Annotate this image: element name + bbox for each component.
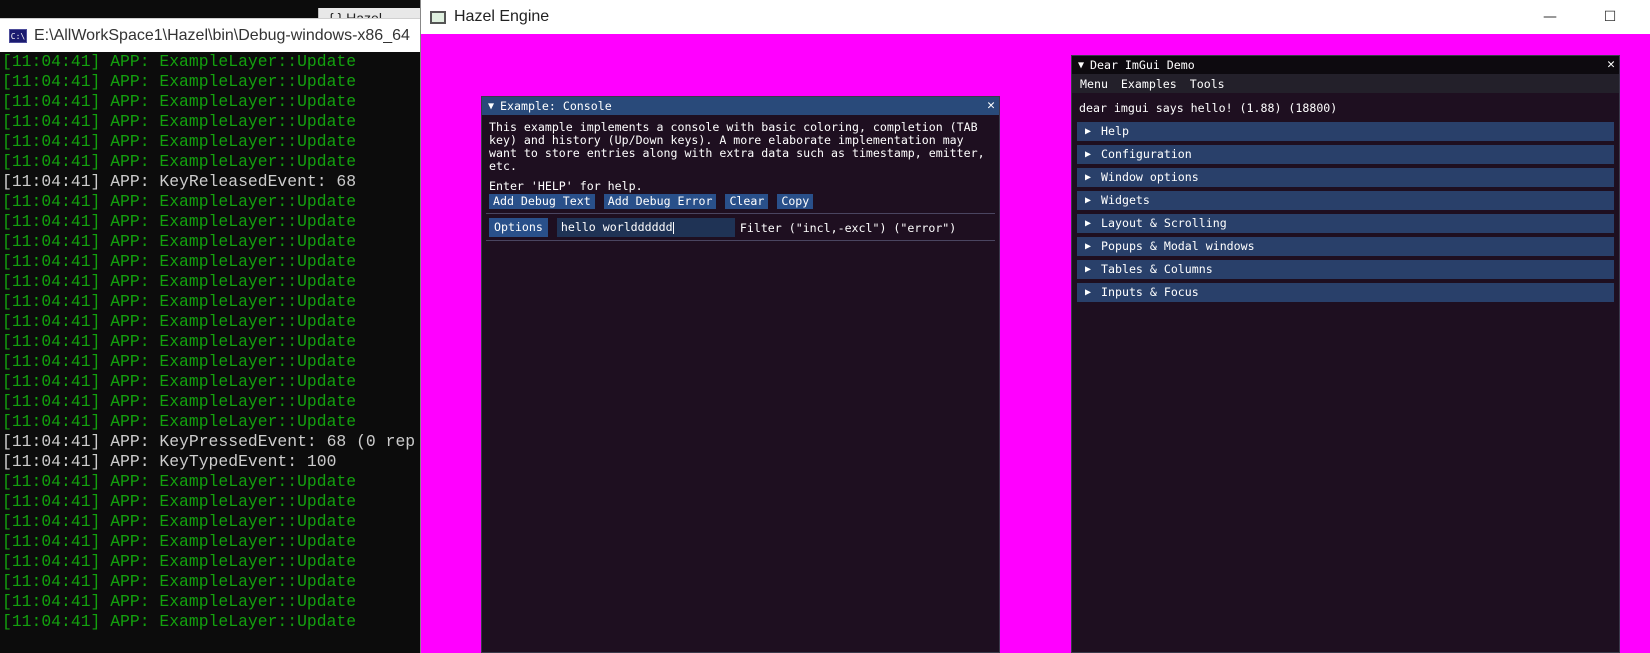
demo-hello-text: dear imgui says hello! (1.88) (18800) [1079,101,1338,115]
console-input-row: Options hello worldddddd Filter ("incl,-… [489,218,956,237]
log-line: [11:04:41] APP: ExampleLayer::Update [2,552,357,571]
expand-triangle-icon: ▶ [1085,264,1092,275]
separator [486,213,995,214]
clear-button[interactable]: Clear [725,194,769,209]
section-inputs-focus[interactable]: ▶ Inputs & Focus [1077,283,1614,302]
command-input[interactable]: hello worldddddd [556,218,735,237]
console-window: { } Hazel C:\ E:\AllWorkSpace1\Hazel\bin… [0,0,420,653]
log-line: [11:04:41] APP: ExampleLayer::Update [2,472,357,491]
demo-menubar: Menu Examples Tools [1072,74,1619,93]
log-line: [11:04:41] APP: ExampleLayer::Update [2,152,357,171]
log-line: [11:04:41] APP: ExampleLayer::Update [2,332,357,351]
imgui-console-window: ▼ Example: Console ✕ This example implem… [481,96,1000,653]
section-label: Layout & Scrolling [1101,216,1227,230]
log-line: [11:04:41] APP: KeyReleasedEvent: 68 [2,172,357,191]
close-icon[interactable]: ✕ [987,97,995,115]
maximize-button[interactable]: ☐ [1590,5,1630,29]
command-input-value: hello worldddddd [560,220,673,234]
section-label: Configuration [1101,147,1192,161]
log-line: [11:04:41] APP: ExampleLayer::Update [2,192,357,211]
imgui-demo-titlebar[interactable]: ▼ Dear ImGui Demo ✕ [1072,56,1619,74]
expand-triangle-icon: ▶ [1085,287,1092,298]
expand-triangle-icon: ▶ [1085,126,1092,137]
collapse-triangle-icon[interactable]: ▼ [1078,60,1084,71]
section-label: Tables & Columns [1101,262,1213,276]
copy-button[interactable]: Copy [777,194,814,209]
hazel-titlebar[interactable]: Hazel Engine — ☐ [421,0,1650,34]
log-line: [11:04:41] APP: ExampleLayer::Update [2,412,357,431]
log-line: [11:04:41] APP: ExampleLayer::Update [2,612,357,631]
menu-item-menu[interactable]: Menu [1080,77,1108,91]
log-line: [11:04:41] APP: ExampleLayer::Update [2,372,357,391]
collapse-triangle-icon[interactable]: ▼ [488,101,494,112]
console-log[interactable]: [11:04:41] APP: ExampleLayer::Update [11:… [0,52,420,653]
log-line: [11:04:41] APP: KeyTypedEvent: 100 [2,452,337,471]
log-line: [11:04:41] APP: ExampleLayer::Update [2,52,357,71]
log-line: [11:04:41] APP: ExampleLayer::Update [2,72,357,91]
console-description: This example implements a console with b… [489,120,985,173]
expand-triangle-icon: ▶ [1085,195,1092,206]
log-line: [11:04:41] APP: ExampleLayer::Update [2,532,357,551]
section-label: Window options [1101,170,1199,184]
section-popups-modal[interactable]: ▶ Popups & Modal windows [1077,237,1614,256]
imgui-demo-title: Dear ImGui Demo [1090,58,1195,72]
imgui-demo-window: ▼ Dear ImGui Demo ✕ Menu Examples Tools … [1071,55,1620,653]
section-tables-columns[interactable]: ▶ Tables & Columns [1077,260,1614,279]
log-line: [11:04:41] APP: ExampleLayer::Update [2,232,357,251]
separator [486,240,995,241]
add-debug-text-button[interactable]: Add Debug Text [489,194,595,209]
expand-triangle-icon: ▶ [1085,149,1092,160]
log-line: [11:04:41] APP: ExampleLayer::Update [2,592,357,611]
console-titlebar[interactable]: C:\ E:\AllWorkSpace1\Hazel\bin\Debug-win… [0,18,420,52]
section-window-options[interactable]: ▶ Window options [1077,168,1614,187]
log-line: [11:04:41] APP: ExampleLayer::Update [2,132,357,151]
cmd-icon: C:\ [9,28,27,43]
console-button-row: Add Debug Text Add Debug Error Clear Cop… [489,194,814,209]
expand-triangle-icon: ▶ [1085,172,1092,183]
section-help[interactable]: ▶ Help [1077,122,1614,141]
close-icon[interactable]: ✕ [1607,56,1615,74]
minimize-button[interactable]: — [1530,5,1570,29]
log-line: [11:04:41] APP: ExampleLayer::Update [2,492,357,511]
text-caret [672,221,674,234]
section-label: Popups & Modal windows [1101,239,1255,253]
log-line: [11:04:41] APP: KeyPressedEvent: 68 (0 r… [2,432,416,451]
log-line: [11:04:41] APP: ExampleLayer::Update [2,512,357,531]
section-widgets[interactable]: ▶ Widgets [1077,191,1614,210]
imgui-console-title: Example: Console [500,99,612,113]
log-line: [11:04:41] APP: ExampleLayer::Update [2,252,357,271]
menu-item-examples[interactable]: Examples [1121,77,1177,91]
console-title: E:\AllWorkSpace1\Hazel\bin\Debug-windows… [34,26,410,44]
menu-item-tools[interactable]: Tools [1190,77,1225,91]
section-label: Help [1101,124,1129,138]
log-line: [11:04:41] APP: ExampleLayer::Update [2,272,357,291]
add-debug-error-button[interactable]: Add Debug Error [603,194,717,209]
log-line: [11:04:41] APP: ExampleLayer::Update [2,312,357,331]
console-help-text: Enter 'HELP' for help. [489,179,643,193]
app-window-icon [430,10,446,24]
log-line: [11:04:41] APP: ExampleLayer::Update [2,392,357,411]
demo-sections: ▶ Help ▶ Configuration ▶ Window options ▶ Wi… [1077,122,1614,306]
section-label: Widgets [1101,193,1150,207]
section-layout-scrolling[interactable]: ▶ Layout & Scrolling [1077,214,1614,233]
section-label: Inputs & Focus [1101,285,1199,299]
imgui-console-titlebar[interactable]: ▼ Example: Console ✕ [482,97,999,115]
log-line: [11:04:41] APP: ExampleLayer::Update [2,572,357,591]
log-line: [11:04:41] APP: ExampleLayer::Update [2,92,357,111]
log-line: [11:04:41] APP: ExampleLayer::Update [2,212,357,231]
log-line: [11:04:41] APP: ExampleLayer::Update [2,112,357,131]
options-button[interactable]: Options [489,218,548,237]
log-line: [11:04:41] APP: ExampleLayer::Update [2,352,357,371]
hazel-window-title: Hazel Engine [454,8,550,25]
log-line: [11:04:41] APP: ExampleLayer::Update [2,292,357,311]
filter-label[interactable]: Filter ("incl,-excl") ("error") [740,221,956,235]
section-configuration[interactable]: ▶ Configuration [1077,145,1614,164]
expand-triangle-icon: ▶ [1085,218,1092,229]
expand-triangle-icon: ▶ [1085,241,1092,252]
